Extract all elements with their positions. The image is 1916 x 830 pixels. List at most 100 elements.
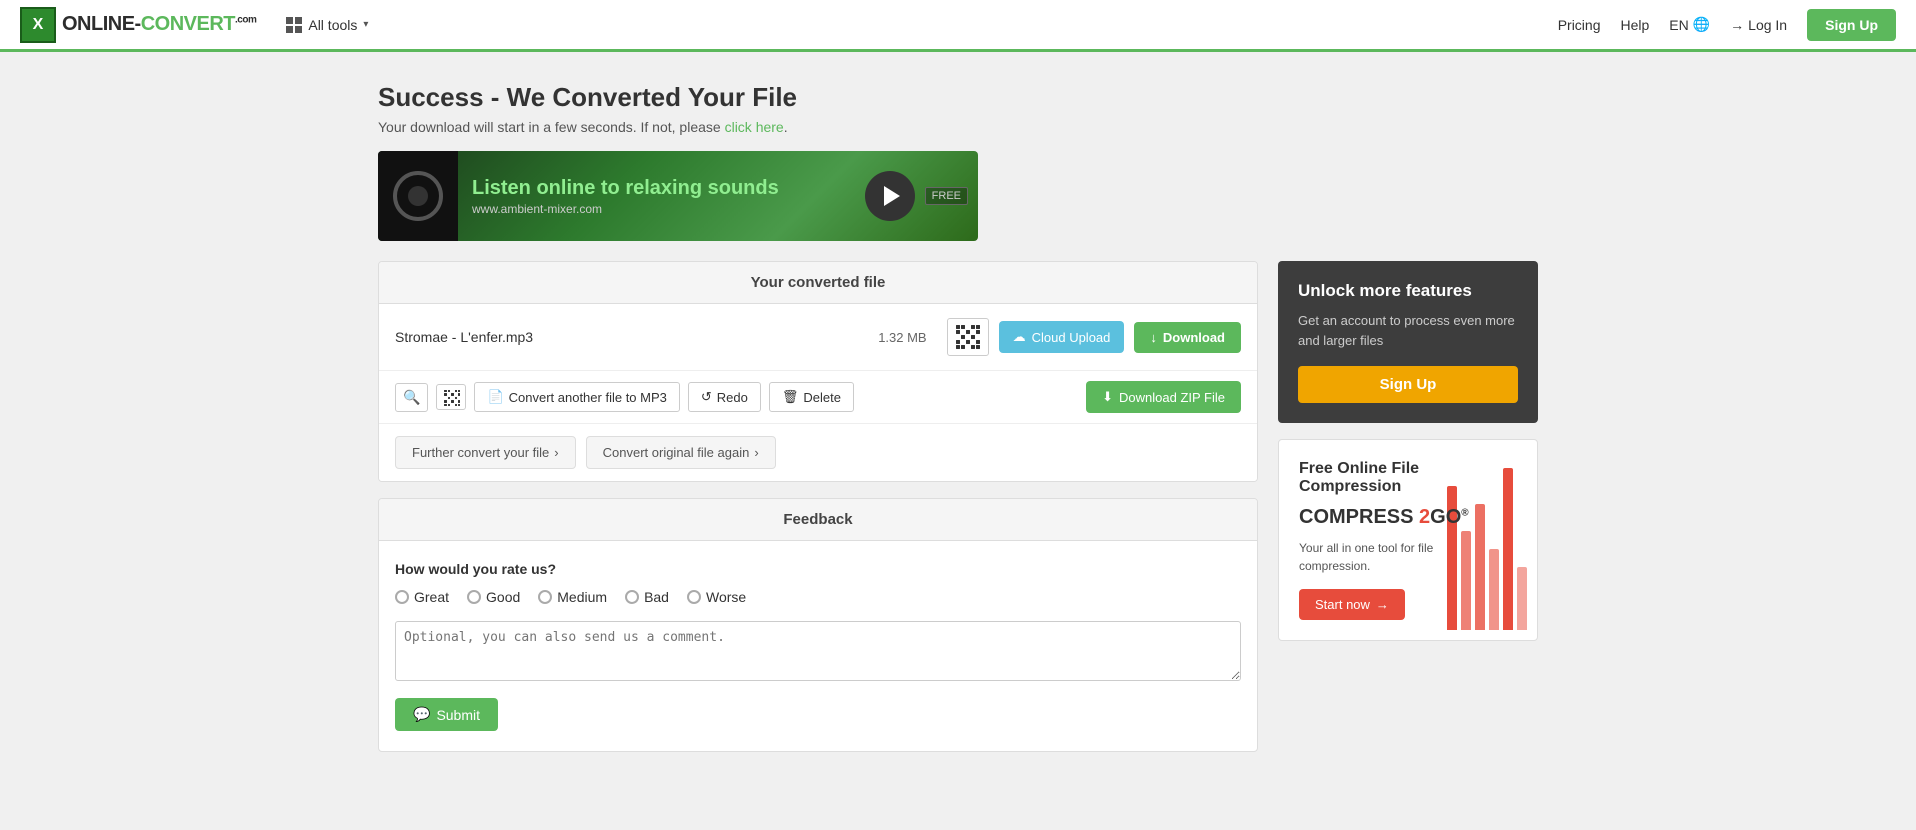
convert-again-button[interactable]: Convert original file again › [586, 436, 776, 469]
speaker-cone [393, 171, 443, 221]
all-tools-button[interactable]: All tools ▾ [276, 11, 378, 39]
feedback-panel: Feedback How would you rate us? Great Go… [378, 498, 1258, 752]
pricing-link[interactable]: Pricing [1558, 17, 1601, 33]
submit-button[interactable]: 💬 Submit [395, 698, 498, 731]
redo-label: Redo [717, 390, 748, 405]
all-tools-label: All tools [308, 17, 357, 33]
convert-another-label: Convert another file to MP3 [509, 390, 667, 405]
cloud-upload-label: Cloud Upload [1032, 330, 1111, 345]
rating-medium-label: Medium [557, 589, 607, 605]
radio-medium [538, 590, 552, 604]
further-convert-label: Further convert your file [412, 445, 549, 460]
unlock-panel: Unlock more features Get an account to p… [1278, 261, 1538, 423]
convert-again-arrow-icon: › [754, 445, 758, 460]
left-column: Your converted file Stromae - L'enfer.mp… [378, 261, 1258, 752]
unlock-signup-button[interactable]: Sign Up [1298, 366, 1518, 403]
trash-icon: 🗑 [782, 389, 799, 405]
qr-small-button[interactable] [436, 384, 466, 410]
compress-cta-button[interactable]: Start now → [1299, 589, 1405, 620]
click-here-link[interactable]: click here [725, 119, 784, 135]
unlock-title: Unlock more features [1298, 281, 1518, 301]
search-icon: 🔍 [403, 389, 420, 405]
redo-button[interactable]: ↺ Redo [688, 382, 761, 412]
header: X ONLINE-CONVERT.com All tools ▾ Pricing… [0, 0, 1916, 52]
qr-small-icon [444, 390, 458, 404]
compress-bar-4 [1489, 549, 1499, 630]
speaker-inner [408, 186, 428, 206]
file-icon: 📄 [487, 389, 503, 405]
play-icon [884, 186, 900, 206]
ad-speaker-icon [378, 151, 458, 241]
logo-area: X ONLINE-CONVERT.com [20, 7, 256, 43]
page-subtitle: Your download will start in a few second… [378, 119, 1538, 135]
download-button[interactable]: ↓ Download [1134, 322, 1241, 353]
compress-logo: COMPRESS 2GO® [1299, 506, 1517, 529]
download-zip-button[interactable]: ⬇ Download ZIP File [1086, 381, 1241, 413]
rating-bad-label: Bad [644, 589, 669, 605]
main-layout: Your converted file Stromae - L'enfer.mp… [378, 261, 1538, 752]
login-arrow-icon: → [1730, 17, 1744, 33]
comment-textarea[interactable] [395, 621, 1241, 681]
file-name: Stromae - L'enfer.mp3 [395, 329, 868, 345]
compress-ad-title: Free Online File Compression [1299, 460, 1517, 496]
chevron-down-icon: ▾ [363, 19, 368, 30]
compress-ad-inner: Free Online File Compression COMPRESS 2G… [1279, 440, 1537, 640]
converted-file-panel: Your converted file Stromae - L'enfer.mp… [378, 261, 1258, 482]
comment-icon: 💬 [413, 706, 430, 723]
rating-option-great[interactable]: Great [395, 589, 449, 605]
toolbar-row: 🔍 📄 Convert another file to M [379, 371, 1257, 424]
rating-option-bad[interactable]: Bad [625, 589, 669, 605]
rating-option-worse[interactable]: Worse [687, 589, 746, 605]
file-info-row: Stromae - L'enfer.mp3 1.32 MB ☁ [379, 304, 1257, 371]
rating-option-good[interactable]: Good [467, 589, 520, 605]
cloud-icon: ☁ [1013, 329, 1026, 345]
further-convert-button[interactable]: Further convert your file › [395, 436, 576, 469]
suffix: . [784, 119, 788, 135]
delete-button[interactable]: 🗑 Delete [769, 382, 854, 412]
globe-icon: 🌐 [1693, 16, 1710, 33]
download-arrow-icon: ↓ [1150, 330, 1157, 345]
right-sidebar: Unlock more features Get an account to p… [1278, 261, 1538, 641]
submit-label: Submit [436, 707, 480, 723]
compress-bar-6 [1517, 567, 1527, 630]
ad-url: www.ambient-mixer.com [472, 202, 841, 216]
converted-file-header: Your converted file [379, 262, 1257, 304]
login-button[interactable]: → Log In [1730, 17, 1787, 33]
radio-bad [625, 590, 639, 604]
qr-code-button[interactable] [947, 318, 989, 356]
further-arrow-icon: › [554, 445, 558, 460]
rating-option-medium[interactable]: Medium [538, 589, 607, 605]
language-button[interactable]: EN 🌐 [1669, 16, 1710, 33]
compress-arrow-icon: → [1376, 597, 1389, 612]
ad-text2: sounds [702, 177, 779, 199]
login-label: Log In [1748, 17, 1787, 33]
language-label: EN [1669, 17, 1688, 33]
logo-text: ONLINE-CONVERT.com [62, 13, 256, 36]
convert-again-label: Convert original file again [603, 445, 750, 460]
rating-options: Great Good Medium Bad [395, 589, 1241, 605]
logo-icon: X [20, 7, 56, 43]
ad-free-badge: FREE [925, 187, 968, 205]
further-convert-row: Further convert your file › Convert orig… [379, 424, 1257, 481]
cloud-upload-button[interactable]: ☁ Cloud Upload [999, 321, 1125, 353]
help-link[interactable]: Help [1620, 17, 1649, 33]
grid-icon [286, 17, 302, 33]
ad-highlight: relaxing [625, 177, 702, 199]
feedback-body: How would you rate us? Great Good Med [379, 541, 1257, 751]
rating-question: How would you rate us? [395, 561, 1241, 577]
subtitle-text: Your download will start in a few second… [378, 119, 721, 135]
ad-text1: Listen online to [472, 177, 625, 199]
compress-cta-label: Start now [1315, 597, 1370, 612]
download-label: Download [1163, 330, 1225, 345]
ad-play-button[interactable] [865, 171, 915, 221]
compress-ad-desc: Your all in one tool for file compressio… [1299, 539, 1459, 575]
compress-ad: Free Online File Compression COMPRESS 2G… [1278, 439, 1538, 641]
compress-reg: ® [1461, 507, 1468, 518]
search-button[interactable]: 🔍 [395, 383, 428, 412]
signup-button[interactable]: Sign Up [1807, 9, 1896, 41]
rating-good-label: Good [486, 589, 520, 605]
convert-another-button[interactable]: 📄 Convert another file to MP3 [474, 382, 679, 412]
redo-icon: ↺ [701, 389, 712, 405]
page-title: Success - We Converted Your File [378, 82, 1538, 113]
unlock-desc: Get an account to process even more and … [1298, 311, 1518, 350]
